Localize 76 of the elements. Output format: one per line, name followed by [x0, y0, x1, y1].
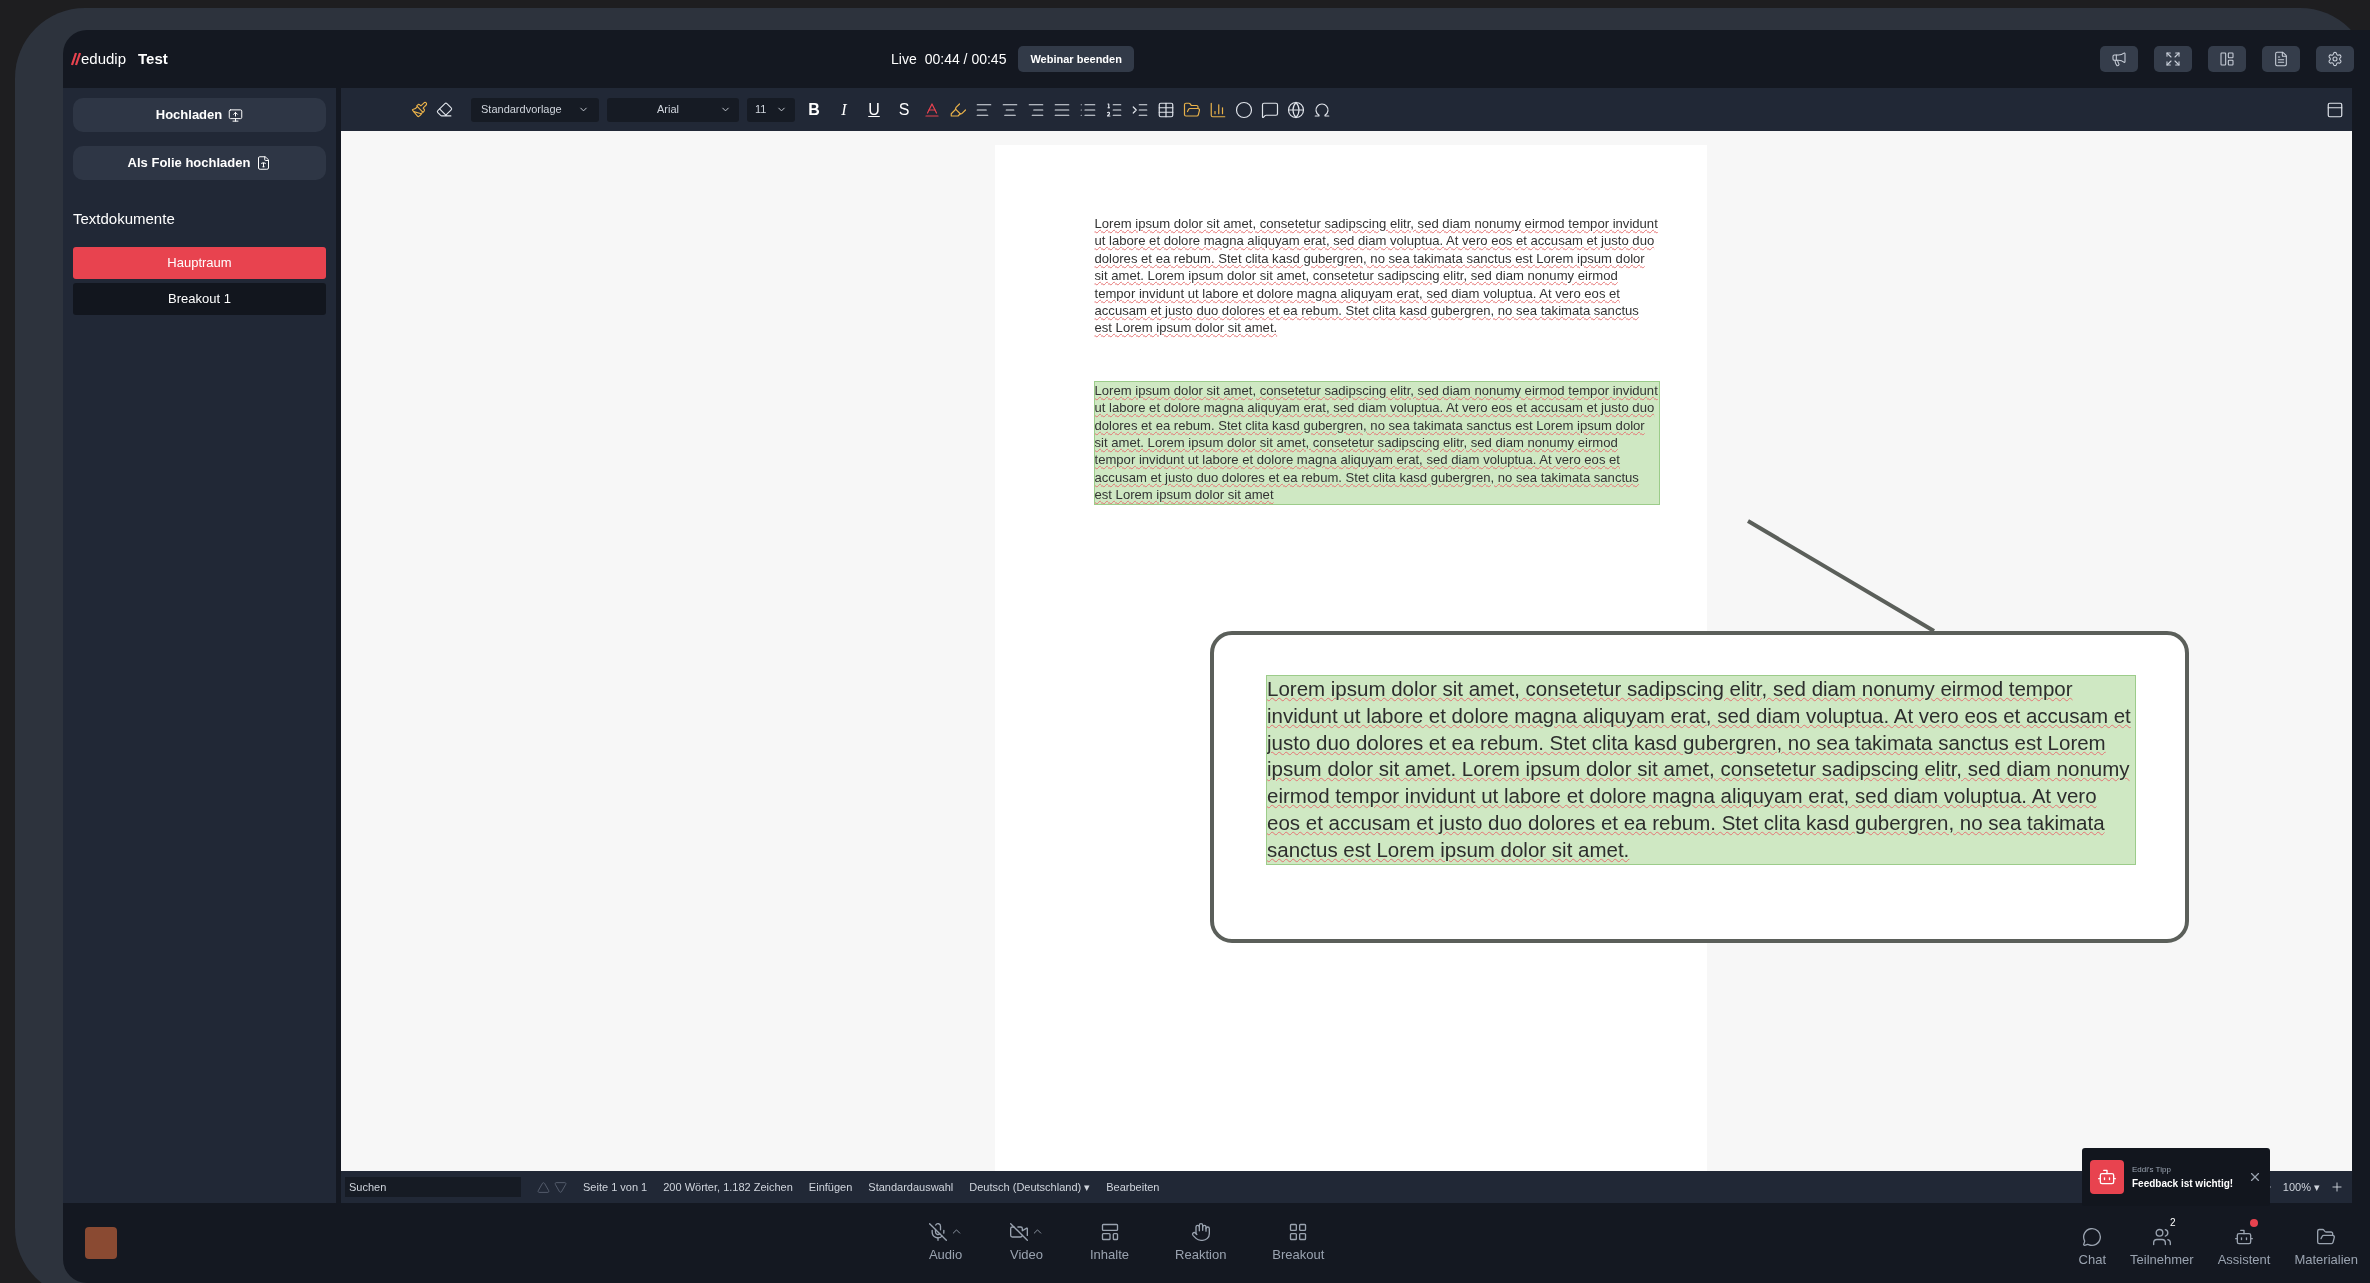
settings-icon — [2327, 51, 2343, 67]
size-dropdown[interactable]: 11 — [747, 97, 795, 122]
room-tab[interactable]: Hauptraum — [73, 246, 326, 279]
grid-icon — [1288, 1221, 1309, 1242]
status-item[interactable]: Bearbeiten — [1106, 1178, 1160, 1196]
toast-message: Feedback ist wichtig! — [2132, 1176, 2234, 1191]
upload-screen-icon — [228, 107, 244, 123]
image-folder-icon[interactable] — [1183, 100, 1201, 119]
window-icon — [2326, 100, 2344, 119]
status-item[interactable]: Standardauswahl — [868, 1178, 954, 1196]
pdf-icon — [256, 154, 272, 172]
document-paragraph: Lorem ipsum dolor sit amet, consetetur sadipscing elitr, sed diam nonumy eirmod tempor invidunt ut labore et dolore magna aliquyam erat, sed diam voluptua. At vero eos et accusam et justo duo dolores et ea rebum. Stet clita kasd gubergren, no sea takimata sanctus est Lorem ipsum dolor sit amet. Lorem ipsum dolor sit amet, consetetur sadipscing elitr, sed diam nonumy eirmod tempor invidunt ut labore et dolore magna aliquyam erat, sed diam voluptua. At vero eos et accusam et justo duo dolores et ea rebum. Stet clita kasd gubergren, no sea takimata sanctus est Lorem ipsum dolor sit amet. — [1094, 215, 1659, 337]
chart-icon[interactable] — [1209, 100, 1227, 119]
zoom-in-icon[interactable] — [2330, 1180, 2344, 1194]
upload-button[interactable]: Als Folie hochladen — [73, 146, 326, 180]
toolbar-button[interactable]: Breakout — [1272, 1221, 1325, 1265]
table-icon[interactable] — [1157, 100, 1175, 119]
status-item: 200 Wörter, 1.182 Zeichen — [663, 1179, 793, 1195]
chat-icon — [2082, 1226, 2103, 1247]
format-button[interactable]: B — [803, 97, 825, 122]
toolbar-button[interactable]: Teilnehmer 2 — [2130, 1216, 2194, 1270]
zoom-level[interactable]: 100% ▾ — [2282, 1178, 2320, 1196]
numbered-list-icon[interactable] — [1105, 100, 1123, 119]
search-field[interactable]: Suchen — [345, 1177, 521, 1197]
folder-icon — [2316, 1226, 2337, 1247]
globe-icon[interactable] — [1287, 100, 1305, 119]
toolbar-button[interactable]: Audio — [928, 1221, 963, 1265]
toolbar-button[interactable]: Assistent — [2217, 1216, 2271, 1270]
end-webinar-button[interactable]: Webinar beenden — [1018, 45, 1134, 73]
document-paragraph: Lorem ipsum dolor sit amet, consetetur sadipscing elitr, sed diam nonumy eirmod tempor invidunt ut labore et dolore magna aliquyam erat, sed diam voluptua. At vero eos et accusam et justo duo dolores et ea rebum. Stet clita kasd gubergren, no sea takimata sanctus est Lorem ipsum dolor sit amet. Lorem ipsum dolor sit amet, consetetur sadipscing elitr, sed diam nonumy eirmod tempor invidunt ut labore et dolore magna aliquyam erat, sed diam voluptua. At vero eos et accusam et justo duo dolores et ea rebum. Stet clita kasd gubergren, no sea takimata sanctus est Lorem ipsum dolor sit amet — [1094, 381, 1659, 504]
settings-button[interactable] — [2316, 46, 2354, 72]
toolbar-button[interactable]: Video — [1009, 1221, 1044, 1265]
close-icon[interactable] — [2248, 1170, 2262, 1184]
users-icon — [2151, 1226, 2172, 1247]
content-icon — [1099, 1221, 1120, 1242]
document-icon — [2273, 51, 2289, 67]
status-item: Seite 1 von 1 — [583, 1179, 648, 1195]
participant-count: 2 — [2170, 1216, 2176, 1229]
layout-icon — [2219, 51, 2235, 67]
hand-icon — [1190, 1221, 1211, 1242]
layout-button[interactable] — [2208, 46, 2246, 72]
callout-paragraph: Lorem ipsum dolor sit amet, consetetur sadipscing elitr, sed diam nonumy eirmod tempor invidunt ut labore et dolore magna aliquyam erat, sed diam voluptua. At vero eos et accusam et justo duo dolores et ea rebum. Stet clita kasd gubergren, no sea takimata sanctus est Lorem ipsum dolor sit amet. Lorem ipsum dolor sit amet, consetetur sadipscing elitr, sed diam nonumy eirmod tempor invidunt ut labore et dolore magna aliquyam erat, sed diam voluptua. At vero eos et accusam et justo duo dolores et ea rebum. Stet clita kasd gubergren, no sea takimata sanctus est Lorem ipsum dolor sit amet. — [1267, 676, 2135, 864]
room-tab[interactable]: Breakout 1 — [73, 282, 326, 315]
shape-icon[interactable] — [1235, 100, 1253, 119]
toast-label: Eddi's Tipp — [2132, 1163, 2172, 1176]
megaphone-button[interactable] — [2100, 46, 2138, 72]
upload-button[interactable]: Hochladen — [73, 98, 326, 132]
section-title: Textdokumente — [73, 209, 176, 229]
toolbar-button[interactable]: Reaktion — [1175, 1221, 1227, 1265]
robot-icon — [2097, 1167, 2117, 1187]
comment-icon[interactable] — [1261, 100, 1279, 119]
toolbar-button[interactable]: Inhalte — [1090, 1221, 1130, 1265]
brush-icon — [411, 101, 428, 118]
logo: edudip — [81, 48, 127, 69]
video-off-icon — [1009, 1221, 1029, 1242]
expand-icon — [2165, 51, 2181, 67]
highlighter-icon — [949, 100, 967, 119]
font-dropdown[interactable]: Arial — [607, 97, 739, 122]
format-button[interactable]: S — [893, 97, 915, 122]
clear-format-icon — [436, 101, 453, 118]
live-label: Live — [891, 49, 917, 69]
status-item[interactable]: Einfügen — [808, 1178, 853, 1196]
format-button[interactable]: I — [833, 97, 855, 122]
timer: 00:44 / 00:45 — [924, 49, 1007, 69]
format-button[interactable]: U — [863, 97, 885, 122]
expand-button[interactable] — [2154, 46, 2192, 72]
toolbar-button[interactable]: Chat — [2078, 1216, 2107, 1270]
webinar-title: Test — [138, 48, 168, 69]
toolbar-button[interactable]: Materialien — [2294, 1216, 2358, 1270]
style-dropdown[interactable]: Standardvorlage — [471, 97, 599, 122]
mic-off-icon — [928, 1221, 948, 1242]
omega-icon[interactable] — [1313, 100, 1331, 119]
status-item[interactable]: Deutsch (Deutschland) ▾ — [969, 1178, 1091, 1196]
document-button[interactable] — [2262, 46, 2300, 72]
megaphone-icon — [2111, 51, 2127, 67]
logo-mark-icon — [71, 52, 81, 66]
